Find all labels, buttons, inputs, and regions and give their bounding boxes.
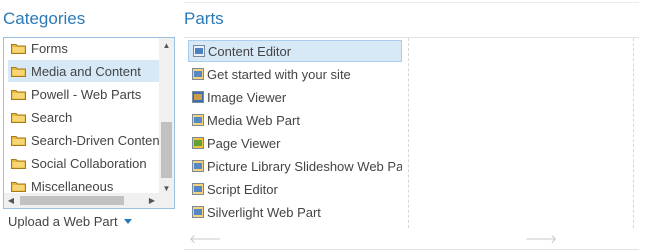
category-label: Media and Content <box>31 63 141 79</box>
part-label: Image Viewer <box>207 89 287 105</box>
category-item[interactable]: Media and Content <box>8 60 159 82</box>
category-label: Search <box>31 109 73 125</box>
parts-panel: Content Editor Get started with your site… <box>184 37 639 250</box>
part-item[interactable]: Image Viewer <box>188 86 402 108</box>
folder-icon <box>11 181 26 192</box>
part-label: Page Viewer <box>207 135 281 151</box>
category-label: Social Collaboration <box>31 155 147 171</box>
category-label: Miscellaneous <box>31 178 114 194</box>
scroll-right-arrow-icon[interactable]: ▶ <box>145 193 159 208</box>
folder-icon <box>11 66 26 77</box>
category-item[interactable]: Social Collaboration <box>8 152 159 174</box>
categories-list: Forms Media and Content Powell - Web Parts… <box>4 38 159 195</box>
part-label: Get started with your site <box>207 66 351 82</box>
part-item[interactable]: Page Viewer <box>188 132 402 154</box>
silverlight-icon <box>192 206 204 218</box>
category-item[interactable]: Forms <box>8 38 159 59</box>
folder-icon <box>11 89 26 100</box>
part-item[interactable]: Content Editor <box>188 40 402 62</box>
categories-heading: Categories <box>3 9 86 28</box>
category-item[interactable]: Search-Driven Content <box>8 129 159 151</box>
part-label: Media Web Part <box>207 112 300 128</box>
part-item[interactable]: Picture Library Slideshow Web Part <box>188 155 402 177</box>
media-web-part-icon <box>192 114 204 126</box>
categories-vertical-scrollbar[interactable]: ▲ ▼ <box>159 38 174 195</box>
column-divider <box>408 38 409 228</box>
part-label: Silverlight Web Part <box>207 204 321 220</box>
category-label: Forms <box>31 40 68 56</box>
get-started-icon <box>192 68 204 80</box>
part-item[interactable]: Script Editor <box>188 178 402 200</box>
category-label: Search-Driven Content <box>31 132 159 148</box>
upload-web-part-link[interactable]: Upload a Web Part <box>8 214 132 229</box>
category-item[interactable]: Search <box>8 106 159 128</box>
folder-icon <box>11 43 26 54</box>
part-label: Script Editor <box>207 181 278 197</box>
previous-page-arrow-icon[interactable]: 🡐 <box>189 231 221 246</box>
categories-horizontal-scrollbar[interactable]: ◀ ▶ <box>4 193 159 208</box>
horizontal-scroll-thumb[interactable] <box>20 196 124 205</box>
part-item[interactable]: Silverlight Web Part <box>188 201 402 223</box>
categories-list-box[interactable]: Forms Media and Content Powell - Web Parts… <box>3 37 175 209</box>
folder-icon <box>11 112 26 123</box>
category-label: Powell - Web Parts <box>31 86 142 102</box>
folder-icon <box>11 158 26 169</box>
part-item[interactable]: Media Web Part <box>188 109 402 131</box>
part-label: Content Editor <box>208 43 292 59</box>
parts-heading: Parts <box>184 9 224 28</box>
slideshow-icon <box>192 160 204 172</box>
category-item[interactable]: Powell - Web Parts <box>8 83 159 105</box>
vertical-scroll-thumb[interactable] <box>161 122 172 178</box>
column-divider <box>633 38 634 228</box>
scroll-up-arrow-icon[interactable]: ▲ <box>159 38 174 52</box>
next-page-arrow-icon[interactable]: 🡒 <box>525 231 557 246</box>
part-label: Picture Library Slideshow Web Part <box>207 158 402 174</box>
category-item[interactable]: Miscellaneous <box>8 175 159 195</box>
folder-icon <box>11 135 26 146</box>
top-divider <box>184 2 639 3</box>
content-editor-icon <box>193 45 205 57</box>
image-viewer-icon <box>192 91 204 103</box>
upload-web-part-label: Upload a Web Part <box>8 214 118 229</box>
page-viewer-icon <box>192 137 204 149</box>
script-editor-icon <box>192 183 204 195</box>
scrollbar-corner <box>159 193 174 208</box>
chevron-down-icon[interactable] <box>123 219 132 224</box>
scroll-left-arrow-icon[interactable]: ◀ <box>4 193 18 208</box>
part-item[interactable]: Get started with your site <box>188 63 402 85</box>
